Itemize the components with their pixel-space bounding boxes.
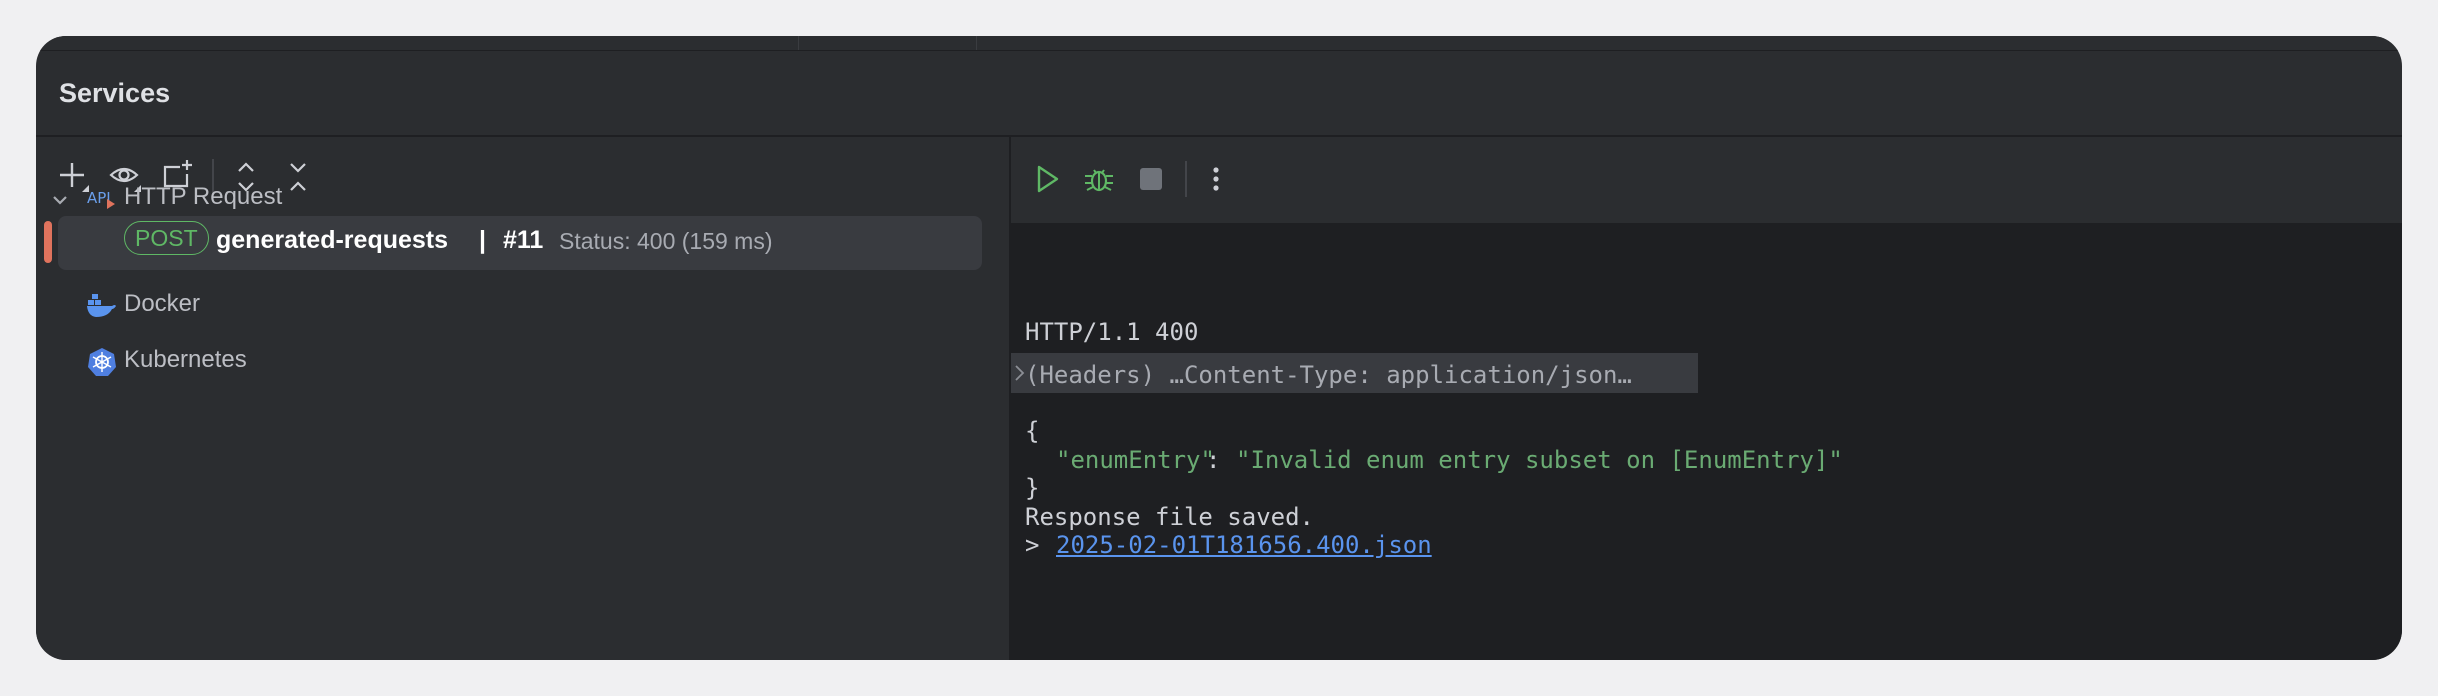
response-panel: HTTP/1.1 400 (Headers) …Content-Type: ap… xyxy=(1011,137,2402,660)
chevron-right-icon[interactable] xyxy=(1013,363,1025,383)
kubernetes-icon xyxy=(88,348,116,376)
stop-button[interactable] xyxy=(1131,159,1171,199)
docker-icon xyxy=(87,294,116,317)
play-icon xyxy=(1037,165,1059,193)
collapse-icon xyxy=(290,163,306,191)
stop-icon xyxy=(1140,168,1162,190)
selection-marker xyxy=(44,221,52,263)
headers-summary[interactable]: (Headers) …Content-Type: application/jso… xyxy=(1025,361,1632,389)
json-open-brace: { xyxy=(1025,417,1040,445)
services-window: Services API HTTP Request POST generated… xyxy=(36,36,2402,660)
api-icon: API xyxy=(87,189,115,209)
request-name: generated-requests xyxy=(216,226,449,254)
response-file-link[interactable]: 2025-02-01T181656.400.json xyxy=(1056,531,1432,559)
http-request-label: HTTP Request xyxy=(124,183,283,210)
request-number: #11 xyxy=(503,226,544,254)
response-saved-text: Response file saved. xyxy=(1025,503,1314,531)
kubernetes-label: Kubernetes xyxy=(124,346,247,373)
json-key: "enumEntry" xyxy=(1056,446,1215,474)
chevron-down-icon[interactable] xyxy=(50,190,70,210)
services-tree-panel: API HTTP Request POST generated-requests… xyxy=(36,137,1009,660)
more-button[interactable] xyxy=(1196,159,1236,199)
json-value: "Invalid enum entry subset on [EnumEntry… xyxy=(1236,446,1843,474)
bug-icon xyxy=(1085,169,1113,192)
more-vertical-icon xyxy=(1213,167,1219,191)
panel-title: Services xyxy=(59,78,171,108)
response-toolbar xyxy=(1011,137,2402,223)
collapse-all-button[interactable] xyxy=(278,157,318,197)
json-colon: : xyxy=(1206,446,1235,474)
toolbar-separator xyxy=(1185,161,1187,197)
request-separator: | xyxy=(479,226,486,254)
request-status: Status: 400 (159 ms) xyxy=(559,228,773,254)
json-close-brace: } xyxy=(1025,474,1040,502)
debug-button[interactable] xyxy=(1079,159,1119,199)
run-button[interactable] xyxy=(1027,159,1067,199)
status-line: HTTP/1.1 400 xyxy=(1025,318,1199,346)
file-prefix: > xyxy=(1025,531,1054,559)
top-strip xyxy=(36,36,2402,51)
post-method-badge: POST xyxy=(124,221,209,255)
docker-label: Docker xyxy=(124,290,201,317)
